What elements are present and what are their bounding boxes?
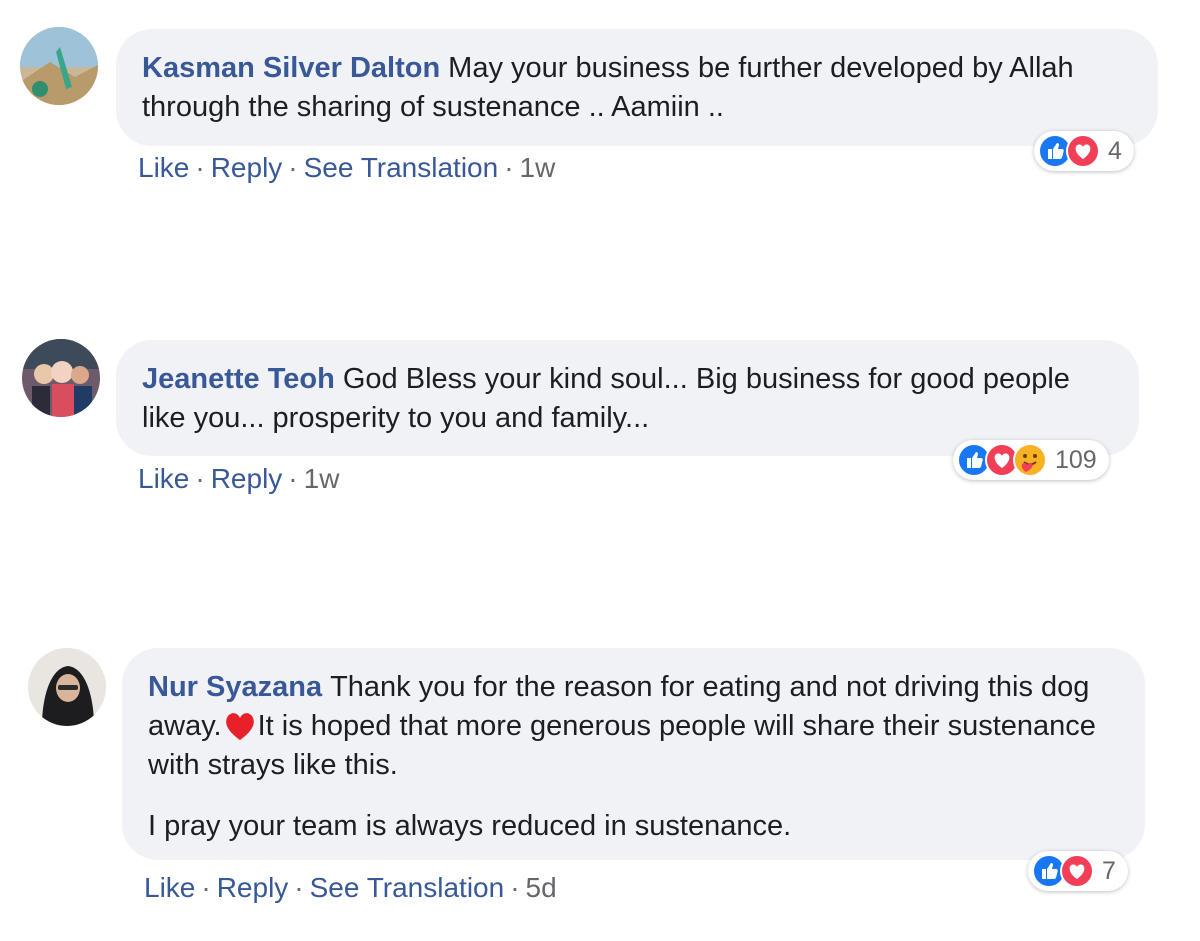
separator: · bbox=[504, 152, 514, 183]
comment-author[interactable]: Kasman Silver Dalton bbox=[142, 52, 440, 84]
separator: · bbox=[510, 872, 520, 903]
separator: · bbox=[195, 463, 205, 494]
reaction-count: 4 bbox=[1108, 136, 1122, 165]
avatar[interactable] bbox=[28, 648, 106, 726]
comment-actions: Like · Reply · See Translation · 1w bbox=[138, 152, 555, 184]
reaction-summary[interactable]: 4 bbox=[1034, 131, 1134, 171]
reply-button[interactable]: Reply bbox=[211, 463, 283, 494]
avatar-photo bbox=[28, 648, 106, 726]
comment-author[interactable]: Jeanette Teoh bbox=[142, 363, 335, 395]
reaction-summary[interactable]: 7 bbox=[1028, 851, 1128, 891]
separator: · bbox=[294, 872, 304, 903]
avatar-photo bbox=[20, 27, 98, 105]
avatar-photo bbox=[22, 339, 100, 417]
comment-bubble: Nur Syazana Thank you for the reason for … bbox=[122, 648, 1145, 860]
separator: · bbox=[288, 463, 298, 494]
avatar[interactable] bbox=[20, 27, 98, 105]
comment-text: It is hoped that more generous people wi… bbox=[148, 710, 1096, 781]
see-translation-link[interactable]: See Translation bbox=[304, 152, 499, 183]
see-translation-link[interactable]: See Translation bbox=[310, 872, 505, 903]
separator: · bbox=[288, 152, 298, 183]
like-button[interactable]: Like bbox=[138, 152, 189, 183]
care-icon bbox=[1013, 443, 1047, 477]
avatar[interactable] bbox=[22, 339, 100, 417]
timestamp[interactable]: 5d bbox=[526, 872, 557, 903]
reply-button[interactable]: Reply bbox=[211, 152, 283, 183]
love-icon bbox=[1060, 854, 1094, 888]
reply-button[interactable]: Reply bbox=[217, 872, 289, 903]
love-icon bbox=[1066, 134, 1100, 168]
separator: · bbox=[201, 872, 211, 903]
separator: · bbox=[195, 152, 205, 183]
comment-author[interactable]: Nur Syazana bbox=[148, 671, 322, 703]
reaction-summary[interactable]: 109 bbox=[953, 440, 1109, 480]
like-button[interactable]: Like bbox=[138, 463, 189, 494]
comment-actions: Like · Reply · 1w bbox=[138, 463, 339, 495]
comment-text: I pray your team is always reduced in su… bbox=[148, 810, 792, 842]
reaction-count: 109 bbox=[1055, 445, 1097, 474]
comment-actions: Like · Reply · See Translation · 5d bbox=[144, 872, 557, 904]
comment-bubble: Jeanette Teoh God Bless your kind soul...… bbox=[116, 340, 1139, 456]
timestamp[interactable]: 1w bbox=[304, 463, 340, 494]
red-heart-icon bbox=[225, 713, 254, 740]
reaction-count: 7 bbox=[1102, 856, 1116, 885]
like-button[interactable]: Like bbox=[144, 872, 195, 903]
timestamp[interactable]: 1w bbox=[520, 152, 556, 183]
comment-bubble: Kasman Silver Dalton May your business be… bbox=[116, 29, 1158, 146]
